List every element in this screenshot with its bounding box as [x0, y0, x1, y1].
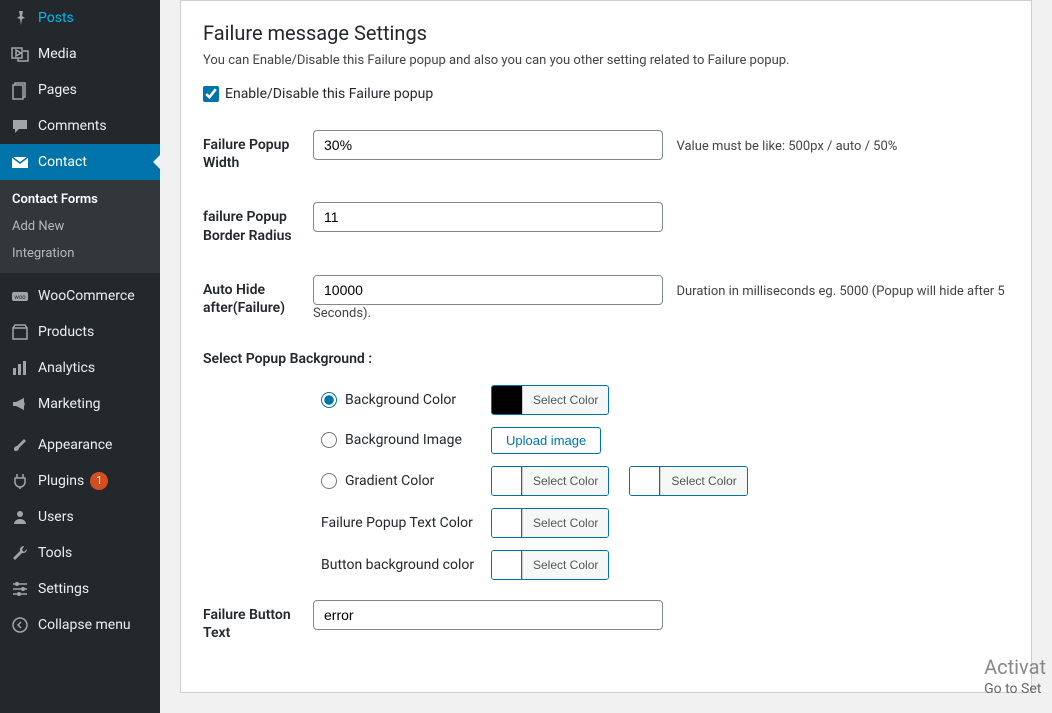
bg-color-radio[interactable] — [321, 392, 337, 408]
menu-label: Tools — [38, 545, 72, 561]
menu-label: Comments — [38, 118, 107, 134]
sidebar-item-settings[interactable]: Settings — [0, 571, 160, 607]
page-description: You can Enable/Disable this Failure popu… — [203, 53, 1009, 68]
button-bg-swatch — [492, 550, 522, 580]
mail-icon — [10, 152, 30, 172]
bg-color-picker[interactable]: Select Color — [491, 385, 609, 415]
page-title: Failure message Settings — [203, 21, 1009, 45]
menu-label: Pages — [38, 82, 77, 98]
sidebar-item-users[interactable]: Users — [0, 499, 160, 535]
sidebar-item-marketing[interactable]: Marketing — [0, 386, 160, 422]
button-text-label: Failure Button Text — [203, 600, 313, 642]
radius-input[interactable] — [313, 202, 663, 232]
sidebar-item-comments[interactable]: Comments — [0, 108, 160, 144]
menu-label: Media — [38, 46, 77, 62]
autohide-input[interactable] — [313, 275, 663, 305]
enable-popup-checkbox[interactable] — [203, 86, 219, 102]
sidebar-item-contact[interactable]: Contact — [0, 144, 160, 180]
text-color-swatch — [492, 508, 522, 538]
gradient-radio[interactable] — [321, 473, 337, 489]
pushpin-icon — [10, 8, 30, 28]
button-bg-label: Button background color — [321, 557, 491, 573]
sidebar-item-appearance[interactable]: Appearance — [0, 427, 160, 463]
watermark-line1: Activat — [984, 654, 1046, 680]
text-color-picker[interactable]: Select Color — [491, 508, 609, 538]
autohide-label: Auto Hide after(Failure) — [203, 275, 313, 317]
button-bg-picker[interactable]: Select Color — [491, 550, 609, 580]
sidebar-item-pages[interactable]: Pages — [0, 72, 160, 108]
analytics-icon — [10, 358, 30, 378]
radius-label: failure Popup Border Radius — [203, 202, 313, 244]
sidebar-item-analytics[interactable]: Analytics — [0, 350, 160, 386]
products-icon — [10, 322, 30, 342]
menu-label: Analytics — [38, 360, 95, 376]
button-text-input[interactable] — [313, 600, 663, 630]
admin-sidebar: Posts Media Pages Comments Contact Conta… — [0, 0, 160, 713]
width-input[interactable] — [313, 130, 663, 160]
sidebar-item-plugins[interactable]: Plugins 1 — [0, 463, 160, 499]
submenu-add-new[interactable]: Add New — [0, 213, 160, 240]
width-help: Value must be like: 500px / auto / 50% — [676, 139, 897, 154]
plug-icon — [10, 471, 30, 491]
sliders-icon — [10, 579, 30, 599]
sidebar-item-woocommerce[interactable]: woo WooCommerce — [0, 278, 160, 314]
submenu-integration[interactable]: Integration — [0, 240, 160, 267]
submenu-contact-forms[interactable]: Contact Forms — [0, 186, 160, 213]
bg-image-radio-label: Background Image — [345, 432, 462, 448]
bg-color-radio-label: Background Color — [345, 392, 456, 408]
gradient-color1-picker[interactable]: Select Color — [491, 466, 609, 496]
sidebar-item-posts[interactable]: Posts — [0, 0, 160, 36]
menu-label: Products — [38, 324, 94, 340]
menu-label: WooCommerce — [38, 288, 135, 304]
menu-label: Marketing — [38, 396, 101, 412]
width-label: Failure Popup Width — [203, 130, 313, 172]
text-color-label: Failure Popup Text Color — [321, 515, 491, 531]
bg-section-heading: Select Popup Background : — [203, 351, 1009, 367]
bg-color-swatch — [492, 385, 522, 415]
bg-image-radio[interactable] — [321, 432, 337, 448]
collapse-icon — [10, 615, 30, 635]
settings-panel: Failure message Settings You can Enable/… — [180, 0, 1032, 693]
menu-label: Users — [38, 509, 74, 525]
main-content: Failure message Settings You can Enable/… — [160, 0, 1052, 713]
menu-label: Collapse menu — [38, 617, 131, 633]
comments-icon — [10, 116, 30, 136]
gradient-color2-select-button[interactable]: Select Color — [660, 466, 746, 496]
menu-label: Posts — [38, 10, 74, 26]
gradient-color2-swatch — [630, 466, 660, 496]
text-color-select-button[interactable]: Select Color — [522, 508, 608, 538]
sidebar-item-media[interactable]: Media — [0, 36, 160, 72]
menu-label: Contact — [38, 154, 87, 170]
woocommerce-icon: woo — [10, 286, 30, 306]
svg-text:woo: woo — [14, 294, 26, 301]
media-icon — [10, 44, 30, 64]
submenu-contact: Contact Forms Add New Integration — [0, 180, 160, 273]
users-icon — [10, 507, 30, 527]
menu-label: Settings — [38, 581, 89, 597]
upload-image-button[interactable]: Upload image — [491, 427, 601, 454]
menu-label: Appearance — [38, 437, 112, 453]
megaphone-icon — [10, 394, 30, 414]
windows-watermark: Activat Go to Set — [984, 654, 1046, 698]
wrench-icon — [10, 543, 30, 563]
gradient-color1-select-button[interactable]: Select Color — [522, 466, 608, 496]
watermark-line2: Go to Set — [984, 680, 1046, 698]
gradient-color1-swatch — [492, 466, 522, 496]
sidebar-item-collapse[interactable]: Collapse menu — [0, 607, 160, 643]
enable-popup-label: Enable/Disable this Failure popup — [225, 86, 433, 102]
pages-icon — [10, 80, 30, 100]
gradient-radio-label: Gradient Color — [345, 473, 434, 489]
sidebar-item-tools[interactable]: Tools — [0, 535, 160, 571]
gradient-color2-picker[interactable]: Select Color — [629, 466, 747, 496]
brush-icon — [10, 435, 30, 455]
plugins-update-badge: 1 — [90, 472, 108, 490]
bg-color-select-button[interactable]: Select Color — [522, 385, 608, 415]
sidebar-item-products[interactable]: Products — [0, 314, 160, 350]
button-bg-select-button[interactable]: Select Color — [522, 550, 608, 580]
menu-label: Plugins — [38, 473, 84, 489]
